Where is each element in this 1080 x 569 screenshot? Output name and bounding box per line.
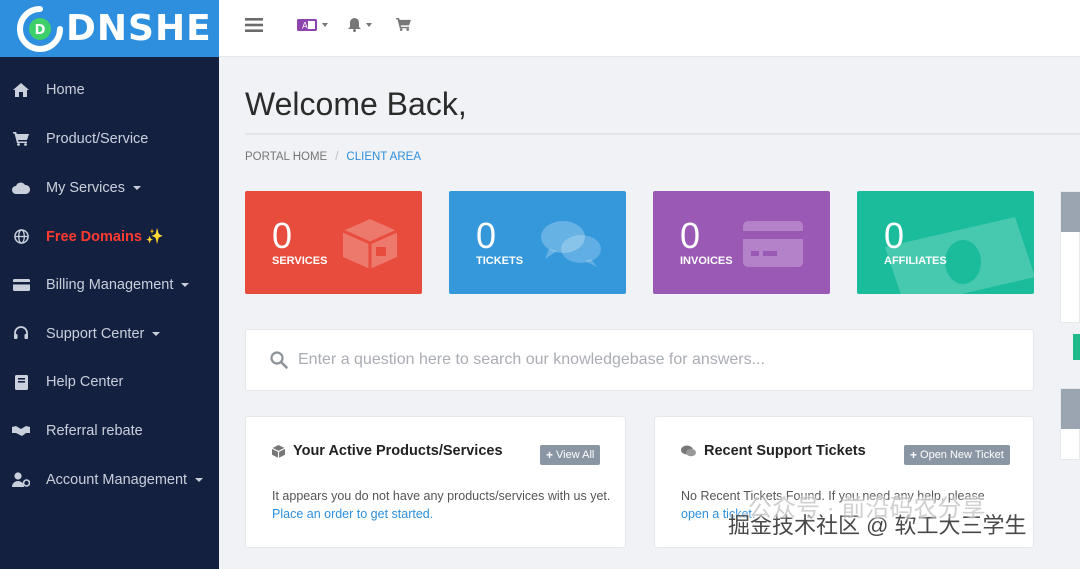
svg-text:A: A bbox=[302, 22, 308, 32]
sidebar: D DNSHE Home Product/Service My Services bbox=[0, 0, 219, 569]
panel-message: It appears you do not have any products/… bbox=[272, 489, 611, 521]
tile-label: SERVICES bbox=[272, 255, 328, 267]
cube-icon bbox=[272, 444, 285, 458]
sidebar-item-label: Billing Management bbox=[46, 277, 174, 294]
tile-tickets[interactable]: 0 TICKETS bbox=[449, 191, 626, 294]
sidebar-item-label: Free Domains ✨ bbox=[46, 228, 164, 245]
language-selector[interactable]: A bbox=[297, 19, 328, 31]
globe-icon bbox=[12, 227, 30, 245]
sidebar-item-product-service[interactable]: Product/Service bbox=[0, 115, 219, 164]
tile-services[interactable]: 0 SERVICES bbox=[245, 191, 422, 294]
logo-icon: D bbox=[17, 5, 63, 52]
right-panel bbox=[1060, 191, 1080, 323]
sidebar-item-label: Support Center bbox=[46, 325, 145, 342]
tile-invoices[interactable]: 0 INVOICES bbox=[653, 191, 830, 294]
watermark: 公众号 · 前沿码农分享 掘金技术社区 @ 软工大三学生 bbox=[700, 495, 1027, 540]
chevron-down-icon bbox=[152, 331, 161, 336]
chevron-down-icon bbox=[181, 283, 190, 288]
page-title: Welcome Back, bbox=[245, 86, 467, 122]
headset-icon bbox=[12, 325, 30, 343]
breadcrumb-separator: / bbox=[335, 151, 339, 163]
watermark-line-1: 公众号 · 前沿码农分享 bbox=[748, 495, 986, 522]
place-order-link[interactable]: Place an order to get started. bbox=[272, 507, 433, 521]
breadcrumb: PORTAL HOME / CLIENT AREA bbox=[245, 151, 421, 163]
sidebar-item-label: Product/Service bbox=[46, 131, 149, 148]
panel-title: Your Active Products/Services bbox=[272, 443, 503, 459]
tile-label: AFFILIATES bbox=[884, 255, 947, 267]
sidebar-item-help-center[interactable]: Help Center bbox=[0, 358, 219, 407]
menu-icon[interactable] bbox=[245, 18, 263, 32]
sidebar-item-free-domains[interactable]: Free Domains ✨ bbox=[0, 212, 219, 261]
sidebar-item-billing[interactable]: Billing Management bbox=[0, 261, 219, 310]
open-new-ticket-button[interactable]: + Open New Ticket bbox=[904, 445, 1010, 465]
cart-button[interactable] bbox=[396, 18, 411, 31]
language-icon: A bbox=[297, 19, 317, 31]
chevron-down-icon bbox=[366, 23, 372, 27]
user-cog-icon bbox=[12, 471, 30, 489]
home-icon bbox=[12, 81, 30, 99]
right-panel-header bbox=[1061, 389, 1080, 429]
chevron-down-icon bbox=[132, 185, 141, 190]
sidebar-item-label: Help Center bbox=[46, 374, 124, 391]
sidebar-item-my-services[interactable]: My Services bbox=[0, 163, 219, 212]
comments-icon bbox=[681, 445, 696, 457]
right-panel-secondary bbox=[1060, 388, 1080, 460]
plus-icon: + bbox=[546, 448, 554, 462]
logo-text: DNSHE bbox=[66, 8, 212, 49]
divider bbox=[245, 133, 1080, 135]
right-panel-header bbox=[1061, 192, 1080, 232]
tile-count: 0 bbox=[884, 215, 905, 256]
sidebar-item-label: My Services bbox=[46, 179, 125, 196]
chevron-down-icon bbox=[322, 23, 328, 27]
right-panel-button[interactable] bbox=[1073, 334, 1080, 360]
sidebar-item-label: Home bbox=[46, 82, 85, 99]
svg-text:D: D bbox=[35, 23, 46, 38]
cart-icon bbox=[396, 18, 411, 31]
sidebar-item-account-management[interactable]: Account Management bbox=[0, 456, 219, 505]
sidebar-item-label: Account Management bbox=[46, 471, 188, 488]
knowledgebase-search bbox=[245, 329, 1034, 391]
logo[interactable]: D DNSHE bbox=[0, 0, 219, 57]
sidebar-item-support-center[interactable]: Support Center bbox=[0, 309, 219, 358]
panel-active-products: Your Active Products/Services + View All… bbox=[245, 416, 626, 548]
search-input[interactable] bbox=[298, 351, 998, 369]
credit-card-icon bbox=[743, 221, 803, 267]
sidebar-item-referral-rebate[interactable]: Referral rebate bbox=[0, 407, 219, 456]
plus-icon: + bbox=[910, 448, 918, 462]
box-icon bbox=[342, 219, 398, 269]
tile-count: 0 bbox=[272, 215, 293, 256]
credit-card-icon bbox=[12, 276, 30, 294]
breadcrumb-portal-home[interactable]: PORTAL HOME bbox=[245, 151, 327, 163]
panel-title: Recent Support Tickets bbox=[681, 443, 866, 459]
sidebar-nav: Home Product/Service My Services Free Do… bbox=[0, 66, 219, 504]
notifications[interactable] bbox=[348, 18, 372, 32]
chevron-down-icon bbox=[195, 477, 204, 482]
tile-count: 0 bbox=[476, 215, 497, 256]
breadcrumb-client-area[interactable]: CLIENT AREA bbox=[346, 151, 421, 163]
cloud-icon bbox=[12, 179, 30, 197]
topbar: A bbox=[219, 0, 1080, 57]
bell-icon bbox=[348, 18, 361, 32]
cart-icon bbox=[12, 130, 30, 148]
tile-label: TICKETS bbox=[476, 255, 524, 267]
view-all-button[interactable]: + View All bbox=[540, 445, 601, 465]
sidebar-item-home[interactable]: Home bbox=[0, 66, 219, 115]
sidebar-item-label: Referral rebate bbox=[46, 423, 143, 440]
handshake-icon bbox=[12, 422, 30, 440]
comments-icon bbox=[541, 221, 601, 267]
tile-affiliates[interactable]: 0 AFFILIATES bbox=[857, 191, 1034, 294]
tile-count: 0 bbox=[680, 215, 701, 256]
tile-label: INVOICES bbox=[680, 255, 733, 267]
book-icon bbox=[12, 373, 30, 391]
search-icon bbox=[270, 351, 288, 369]
